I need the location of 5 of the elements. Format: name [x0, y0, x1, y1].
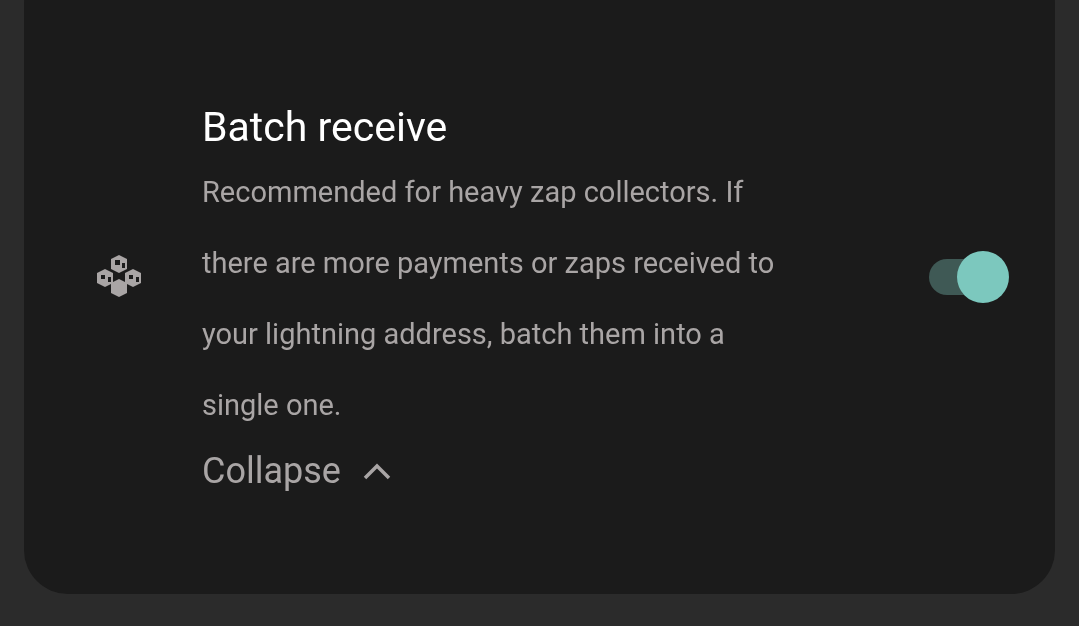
cubes-icon — [95, 255, 143, 299]
setting-description: Recommended for heavy zap collectors. If there are more payments or zaps received to your lightning address, batch them into a single one. — [202, 174, 776, 424]
collapse-button[interactable]: Collapse — [202, 447, 391, 495]
setting-title: Batch receive — [202, 102, 449, 153]
chevron-up-icon — [362, 462, 391, 480]
